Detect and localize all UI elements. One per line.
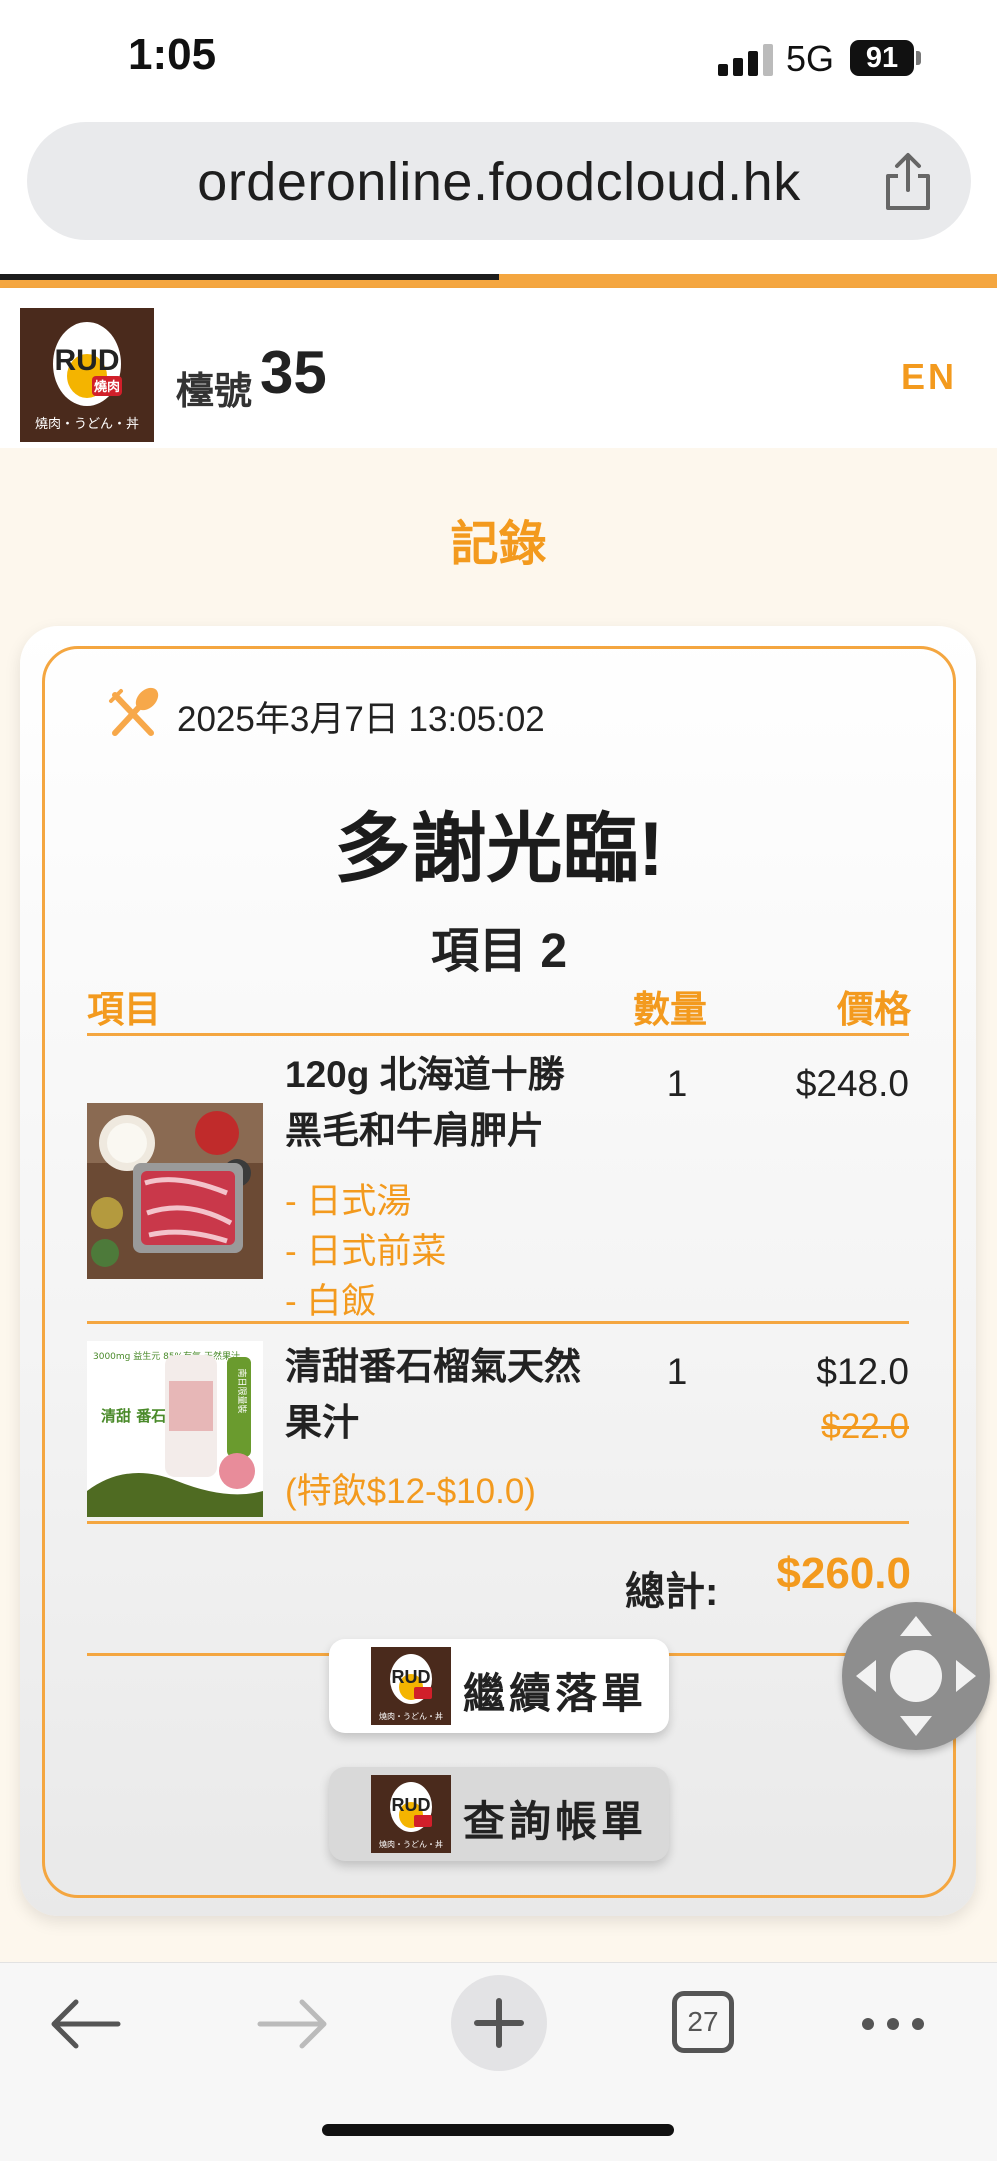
logo-subtitle: 燒肉・うどん・丼	[379, 1711, 443, 1721]
column-header-qty: 數量	[633, 989, 707, 1030]
item-price: $12.0	[816, 1351, 909, 1392]
battery-tip	[916, 51, 921, 65]
receipt-card: 2025年3月7日 13:05:02 多謝光臨! 項目 2 項目 數量 價格 1…	[20, 626, 976, 1916]
restaurant-logo[interactable]: RUD 燒肉 燒肉・うどん・丼	[20, 308, 154, 442]
item-note: (特飲$12-$10.0)	[285, 1472, 536, 1511]
item-count-line: 項目 2	[45, 911, 953, 981]
continue-ordering-label: 繼續落單	[463, 1670, 648, 1717]
page-load-progress-fill	[0, 274, 499, 280]
signal-icon	[718, 44, 774, 76]
logo-subtitle: 燒肉・うどん・丼	[35, 417, 139, 432]
can-badge: 南日限量裝	[236, 1368, 248, 1413]
site-header: RUD 燒肉 燒肉・うどん・丼 檯號 35 EN	[0, 288, 997, 448]
forward-arrow-icon[interactable]	[248, 1989, 338, 2059]
share-icon[interactable]	[880, 150, 936, 214]
logo-wordmark: RUD	[392, 1667, 431, 1687]
battery-level: 91	[865, 42, 899, 74]
item-option: - 日式前菜	[285, 1232, 447, 1271]
status-bar: 1:05 5G 91	[0, 0, 997, 110]
logo-subtitle: 燒肉・うどん・丼	[379, 1839, 443, 1849]
order-timestamp: 2025年3月7日 13:05:02	[177, 700, 545, 739]
item-count-label: 項目	[430, 925, 527, 978]
continue-ordering-button[interactable]: RUD 燒肉・うどん・丼 繼續落單	[329, 1639, 669, 1733]
item-qty: 1	[666, 1351, 688, 1392]
item-price: $248.0	[795, 1063, 909, 1104]
table-number: 35	[260, 339, 327, 406]
language-toggle[interactable]: EN	[901, 356, 957, 398]
item-count: 2	[540, 925, 568, 978]
new-tab-plus-icon[interactable]	[449, 1973, 549, 2073]
restaurant-logo-icon: RUD 燒肉・うどん・丼	[371, 1775, 451, 1853]
receipt-card-border: 2025年3月7日 13:05:02 多謝光臨! 項目 2 項目 數量 價格 1…	[42, 646, 956, 1898]
more-options-icon[interactable]	[848, 1989, 938, 2059]
order-item-row: 3000mg 益生元 85%有氣 天然果汁 清甜 番石榴 南日限量裝 清甜番石榴…	[87, 1321, 909, 1521]
item-option: - 白飯	[285, 1282, 377, 1321]
fork-spoon-icon	[109, 687, 159, 736]
column-header-item: 項目	[87, 989, 161, 1030]
floating-nav-control[interactable]	[842, 1602, 990, 1750]
page-title: 記錄	[450, 518, 547, 571]
dpad-icon	[856, 1616, 976, 1736]
logo-wordmark: RUD	[392, 1795, 431, 1815]
back-arrow-icon[interactable]	[40, 1989, 130, 2059]
url-text[interactable]: orderonline.foodcloud.hk	[27, 151, 971, 213]
guava-juice-photo: 3000mg 益生元 85%有氣 天然果汁 清甜 番石榴 南日限量裝	[87, 1341, 263, 1517]
view-bill-label: 查詢帳單	[463, 1798, 648, 1845]
item-name: 120g 北海道十勝黑毛和牛肩胛片	[285, 1054, 565, 1151]
network-type: 5G	[786, 38, 835, 79]
page-load-progress	[0, 274, 997, 288]
view-bill-button[interactable]: RUD 燒肉・うどん・丼 查詢帳單	[329, 1767, 669, 1861]
item-name: 清甜番石榴氣天然果汁	[285, 1346, 581, 1443]
order-item-row: 120g 北海道十勝黑毛和牛肩胛片 - 日式湯 - 日式前菜 - 白飯 1 $2…	[87, 1033, 909, 1321]
battery-icon: 91	[850, 40, 914, 76]
item-option: - 日式湯	[285, 1182, 412, 1221]
tab-count: 27	[687, 2006, 719, 2037]
total-label: 總計:	[625, 1570, 719, 1614]
home-indicator	[322, 2124, 674, 2136]
wagyu-photo	[87, 1103, 263, 1279]
total-amount: $260.0	[776, 1549, 911, 1598]
thank-you-message: 多謝光臨!	[334, 807, 664, 892]
column-header-price: 價格	[837, 989, 911, 1030]
status-time: 1:05	[128, 30, 217, 79]
address-bar[interactable]: orderonline.foodcloud.hk	[27, 122, 971, 240]
logo-wordmark: RUD	[55, 344, 120, 377]
logo-tag: 燒肉	[94, 379, 120, 395]
item-qty: 1	[666, 1063, 688, 1104]
row-divider	[87, 1521, 909, 1524]
restaurant-logo-icon: RUD 燒肉・うどん・丼	[371, 1647, 451, 1725]
original-price: $22.0	[821, 1407, 909, 1446]
table-label: 檯號	[176, 371, 253, 413]
tabs-count-icon[interactable]: 27	[672, 1991, 734, 2053]
